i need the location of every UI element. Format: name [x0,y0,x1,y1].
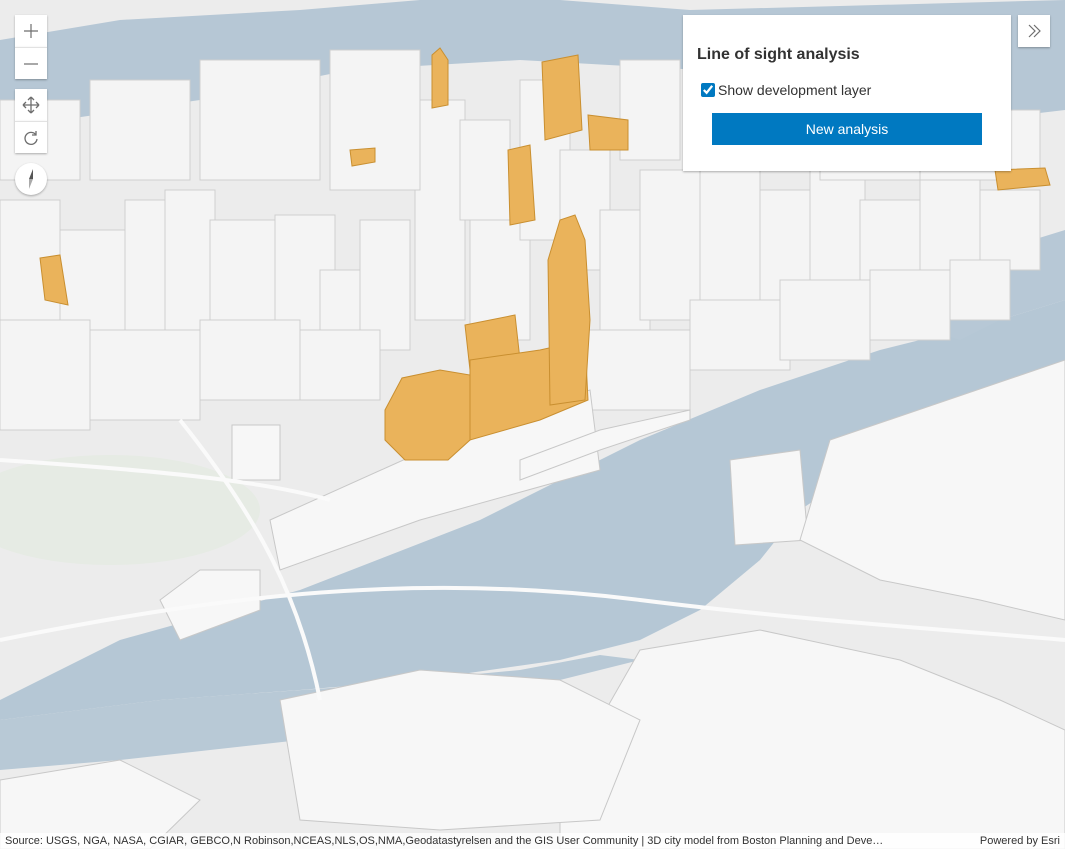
rotate-icon [24,130,38,145]
development-layer-label: Show development layer [718,82,872,98]
compass-button[interactable] [15,163,47,195]
plus-icon [24,24,38,38]
expand-button[interactable] [1018,15,1050,47]
zoom-out-button[interactable] [15,47,47,79]
compass-icon [29,169,33,189]
new-analysis-button[interactable]: New analysis [712,113,982,145]
analysis-panel: Line of sight analysis Show development … [683,15,1011,171]
attribution-bar: Source: USGS, NGA, NASA, CGIAR, GEBCO,N … [0,833,1065,849]
pan-arrows-icon [22,96,40,114]
powered-by-link[interactable]: Powered by Esri [968,835,1065,847]
development-layer-toggle[interactable]: Show development layer [701,82,871,98]
panel-title: Line of sight analysis [697,46,860,63]
double-chevron-right-icon [1028,24,1041,38]
minus-icon [24,62,38,65]
pan-button[interactable] [15,89,47,121]
zoom-in-button[interactable] [15,15,47,47]
development-layer-checkbox[interactable] [701,83,715,97]
attribution-text[interactable]: Source: USGS, NGA, NASA, CGIAR, GEBCO,N … [0,835,968,847]
rotate-button[interactable] [15,121,47,153]
